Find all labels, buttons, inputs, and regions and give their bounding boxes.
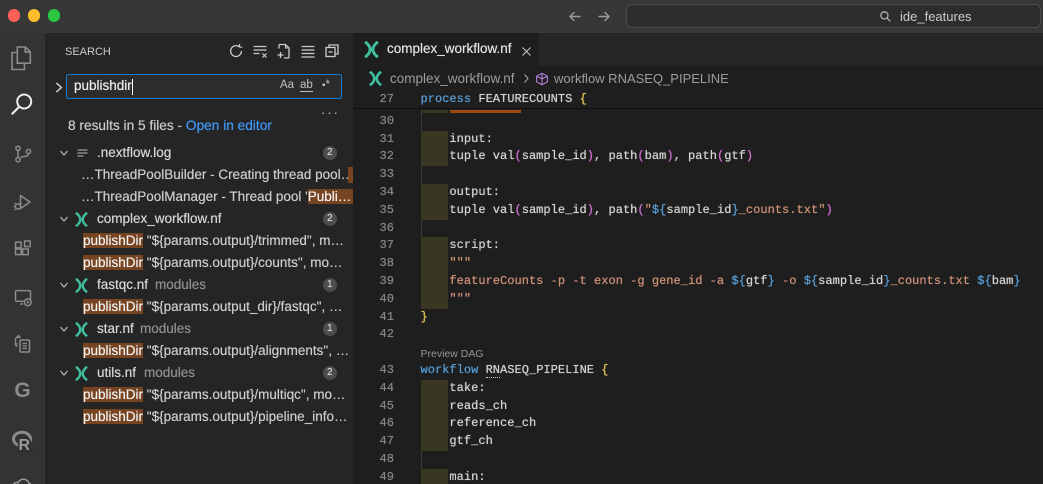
svg-text:R: R <box>18 437 30 453</box>
